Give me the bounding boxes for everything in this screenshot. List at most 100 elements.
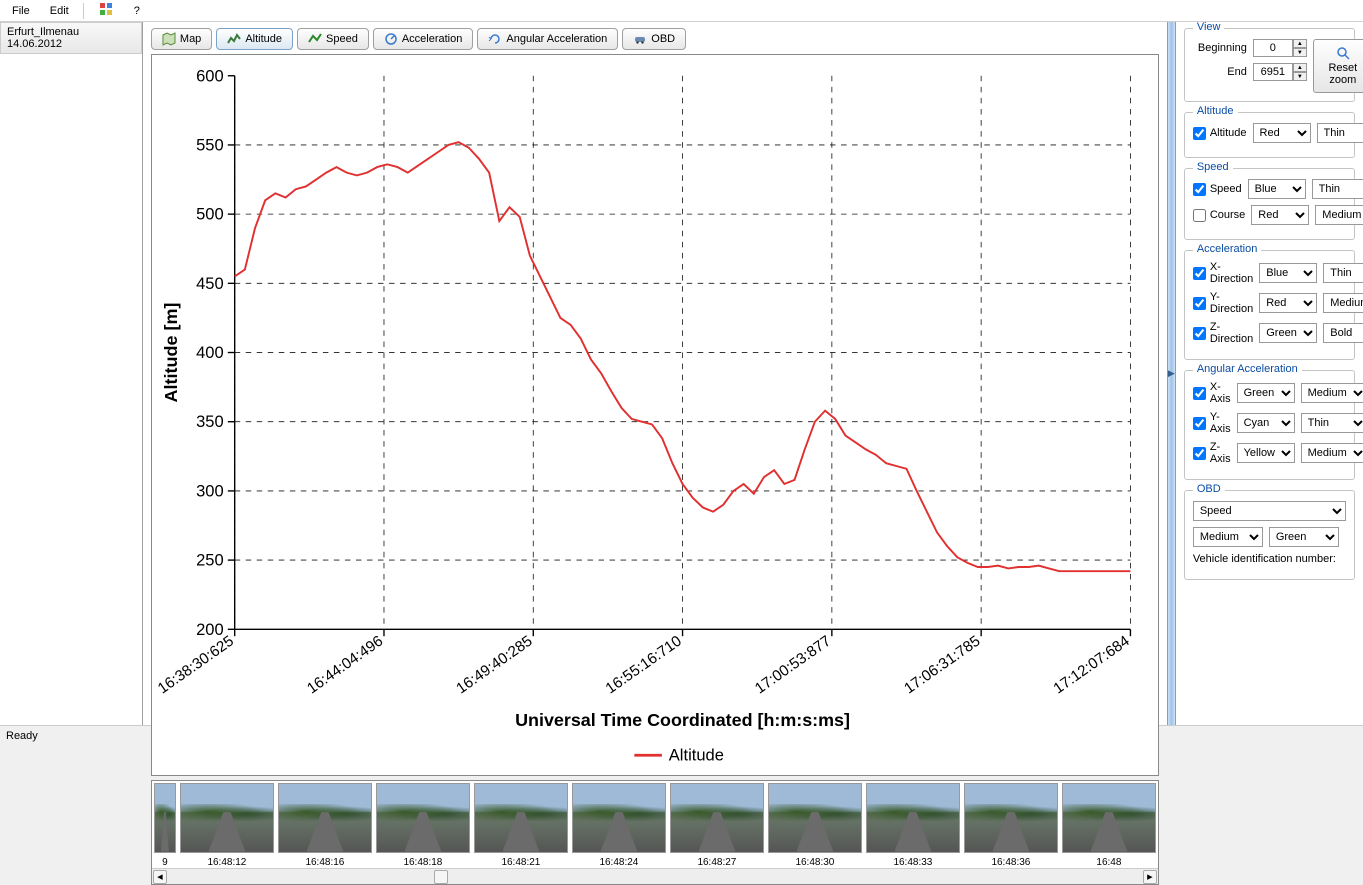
course-checkbox[interactable] (1193, 209, 1206, 222)
altitude-chart[interactable]: 20025030035040045050055060016:38:30:6251… (152, 55, 1158, 775)
tab-speed[interactable]: Speed (297, 28, 369, 50)
toolbar-app-icon[interactable] (90, 0, 122, 22)
spin-up[interactable]: ▲ (1293, 39, 1307, 48)
xaxis-checkbox-label[interactable]: X-Axis (1193, 381, 1231, 405)
thumbnail-image (154, 783, 176, 853)
xdir-color-select[interactable]: RedBlueGreenCyanYellowBlack (1259, 263, 1317, 283)
thumbnail-image (964, 783, 1058, 853)
tree-item-dataset[interactable]: Erfurt_Ilmenau 14.06.2012 (0, 22, 142, 54)
thumbnail[interactable]: 16:48:24 (571, 783, 667, 868)
tab-obd[interactable]: OBD (622, 28, 686, 50)
end-input[interactable] (1253, 63, 1293, 81)
beginning-input[interactable] (1253, 39, 1293, 57)
scroll-right-arrow[interactable]: ▸ (1143, 870, 1157, 884)
zdir-color-select[interactable]: RedBlueGreenCyanYellowBlack (1259, 323, 1317, 343)
zdir-checkbox[interactable] (1193, 327, 1206, 340)
ydir-color-select[interactable]: RedBlueGreenCyanYellowBlack (1259, 293, 1317, 313)
zaxis-checkbox[interactable] (1193, 447, 1206, 460)
zaxis-weight-select[interactable]: ThinMediumBold (1301, 443, 1363, 463)
thumbnail-time: 16:48:24 (599, 853, 638, 868)
thumbnail[interactable]: 16:48:16 (277, 783, 373, 868)
altitude-checkbox-label[interactable]: Altitude (1193, 127, 1247, 140)
thumbnail-image (866, 783, 960, 853)
thumbnail[interactable]: 16:48:33 (865, 783, 961, 868)
end-spinner[interactable]: ▲▼ (1253, 63, 1307, 81)
thumbnail[interactable]: 16:48:27 (669, 783, 765, 868)
scroll-thumb[interactable] (434, 870, 448, 884)
zdir-weight-select[interactable]: ThinMediumBold (1323, 323, 1363, 343)
chart-container: 20025030035040045050055060016:38:30:6251… (151, 54, 1159, 776)
altitude-color-select[interactable]: RedBlueGreenCyanYellowBlack (1253, 123, 1311, 143)
thumbnail[interactable]: 9 (153, 783, 177, 868)
xdir-checkbox-label[interactable]: X-Direction (1193, 261, 1253, 285)
tab-altitude[interactable]: Altitude (216, 28, 293, 50)
svg-text:200: 200 (196, 620, 224, 639)
obd-color-select[interactable]: RedBlueGreenCyanYellowBlack (1269, 527, 1339, 547)
thumbnail[interactable]: 16:48:36 (963, 783, 1059, 868)
spin-up[interactable]: ▲ (1293, 63, 1307, 72)
tab-angular[interactable]: Angular Acceleration (477, 28, 618, 50)
altitude-weight-select[interactable]: ThinMediumBold (1317, 123, 1363, 143)
xdir-weight-select[interactable]: ThinMediumBold (1323, 263, 1363, 283)
beginning-spinner[interactable]: ▲▼ (1253, 39, 1307, 57)
ydir-checkbox[interactable] (1193, 297, 1206, 310)
menu-edit[interactable]: Edit (42, 3, 77, 19)
spin-down[interactable]: ▼ (1293, 48, 1307, 57)
yaxis-checkbox[interactable] (1193, 417, 1206, 430)
reset-zoom-button[interactable]: Reset zoom (1313, 39, 1363, 93)
spin-down[interactable]: ▼ (1293, 72, 1307, 81)
svg-text:350: 350 (196, 412, 224, 431)
zaxis-color-select[interactable]: RedBlueGreenCyanYellowBlack (1237, 443, 1295, 463)
thumbnail[interactable]: 16:48:21 (473, 783, 569, 868)
angular-icon (488, 32, 502, 46)
xdir-checkbox[interactable] (1193, 267, 1206, 280)
speed-weight-select[interactable]: ThinMediumBold (1312, 179, 1363, 199)
ydir-weight-select[interactable]: ThinMediumBold (1323, 293, 1363, 313)
altitude-icon (227, 32, 241, 46)
altitude-checkbox[interactable] (1193, 127, 1206, 140)
thumbnail-scrollbar[interactable]: ◂ ▸ (152, 868, 1158, 884)
group-title: Altitude (1193, 105, 1238, 117)
yaxis-checkbox-label[interactable]: Y-Axis (1193, 411, 1231, 435)
thumbnail[interactable]: 16:48 (1061, 783, 1157, 868)
thumbnail[interactable]: 16:48:18 (375, 783, 471, 868)
checkbox-text: X-Axis (1210, 381, 1231, 405)
group-title: Speed (1193, 161, 1233, 173)
thumbnail[interactable]: 16:48:30 (767, 783, 863, 868)
group-view: View Beginning ▲▼ End ▲▼ Reset zoom Rese (1184, 28, 1355, 102)
obd-icon (633, 32, 647, 46)
speed-checkbox-label[interactable]: Speed (1193, 183, 1242, 196)
tab-label: OBD (651, 33, 675, 45)
xaxis-weight-select[interactable]: ThinMediumBold (1301, 383, 1363, 403)
tab-acceleration[interactable]: Acceleration (373, 28, 474, 50)
course-weight-select[interactable]: ThinMediumBold (1315, 205, 1363, 225)
yaxis-weight-select[interactable]: ThinMediumBold (1301, 413, 1363, 433)
thumbnail[interactable]: 16:48:12 (179, 783, 275, 868)
speed-checkbox[interactable] (1193, 183, 1206, 196)
xaxis-checkbox[interactable] (1193, 387, 1206, 400)
zaxis-checkbox-label[interactable]: Z-Axis (1193, 441, 1231, 465)
xaxis-color-select[interactable]: RedBlueGreenCyanYellowBlack (1237, 383, 1295, 403)
obd-weight-select[interactable]: ThinMediumBold (1193, 527, 1263, 547)
tab-map[interactable]: Map (151, 28, 212, 50)
thumbnail-time: 16:48:16 (305, 853, 344, 868)
zdir-checkbox-label[interactable]: Z-Direction (1193, 321, 1253, 345)
menu-help[interactable]: ? (126, 3, 148, 19)
course-checkbox-label[interactable]: Course (1193, 209, 1245, 222)
ydir-checkbox-label[interactable]: Y-Direction (1193, 291, 1253, 315)
end-label: End (1193, 66, 1247, 78)
menu-file[interactable]: File (4, 3, 38, 19)
group-altitude: Altitude Altitude RedBlueGreenCyanYellow… (1184, 112, 1355, 158)
thumbnail-image (474, 783, 568, 853)
svg-text:16:55:16:710: 16:55:16:710 (603, 632, 685, 697)
course-color-select[interactable]: RedBlueGreenCyanYellowBlack (1251, 205, 1309, 225)
vin-label: Vehicle identification number: (1193, 553, 1336, 565)
svg-text:Universal Time Coordinated [h:: Universal Time Coordinated [h:m:s:ms] (515, 710, 850, 730)
vertical-splitter[interactable]: ▶ (1167, 22, 1176, 725)
obd-param-select[interactable]: Speed (1193, 501, 1346, 521)
speed-color-select[interactable]: RedBlueGreenCyanYellowBlack (1248, 179, 1306, 199)
yaxis-color-select[interactable]: RedBlueGreenCyanYellowBlack (1237, 413, 1295, 433)
thumbnail-time: 16:48:33 (893, 853, 932, 868)
thumbnail-image (180, 783, 274, 853)
scroll-left-arrow[interactable]: ◂ (153, 870, 167, 884)
